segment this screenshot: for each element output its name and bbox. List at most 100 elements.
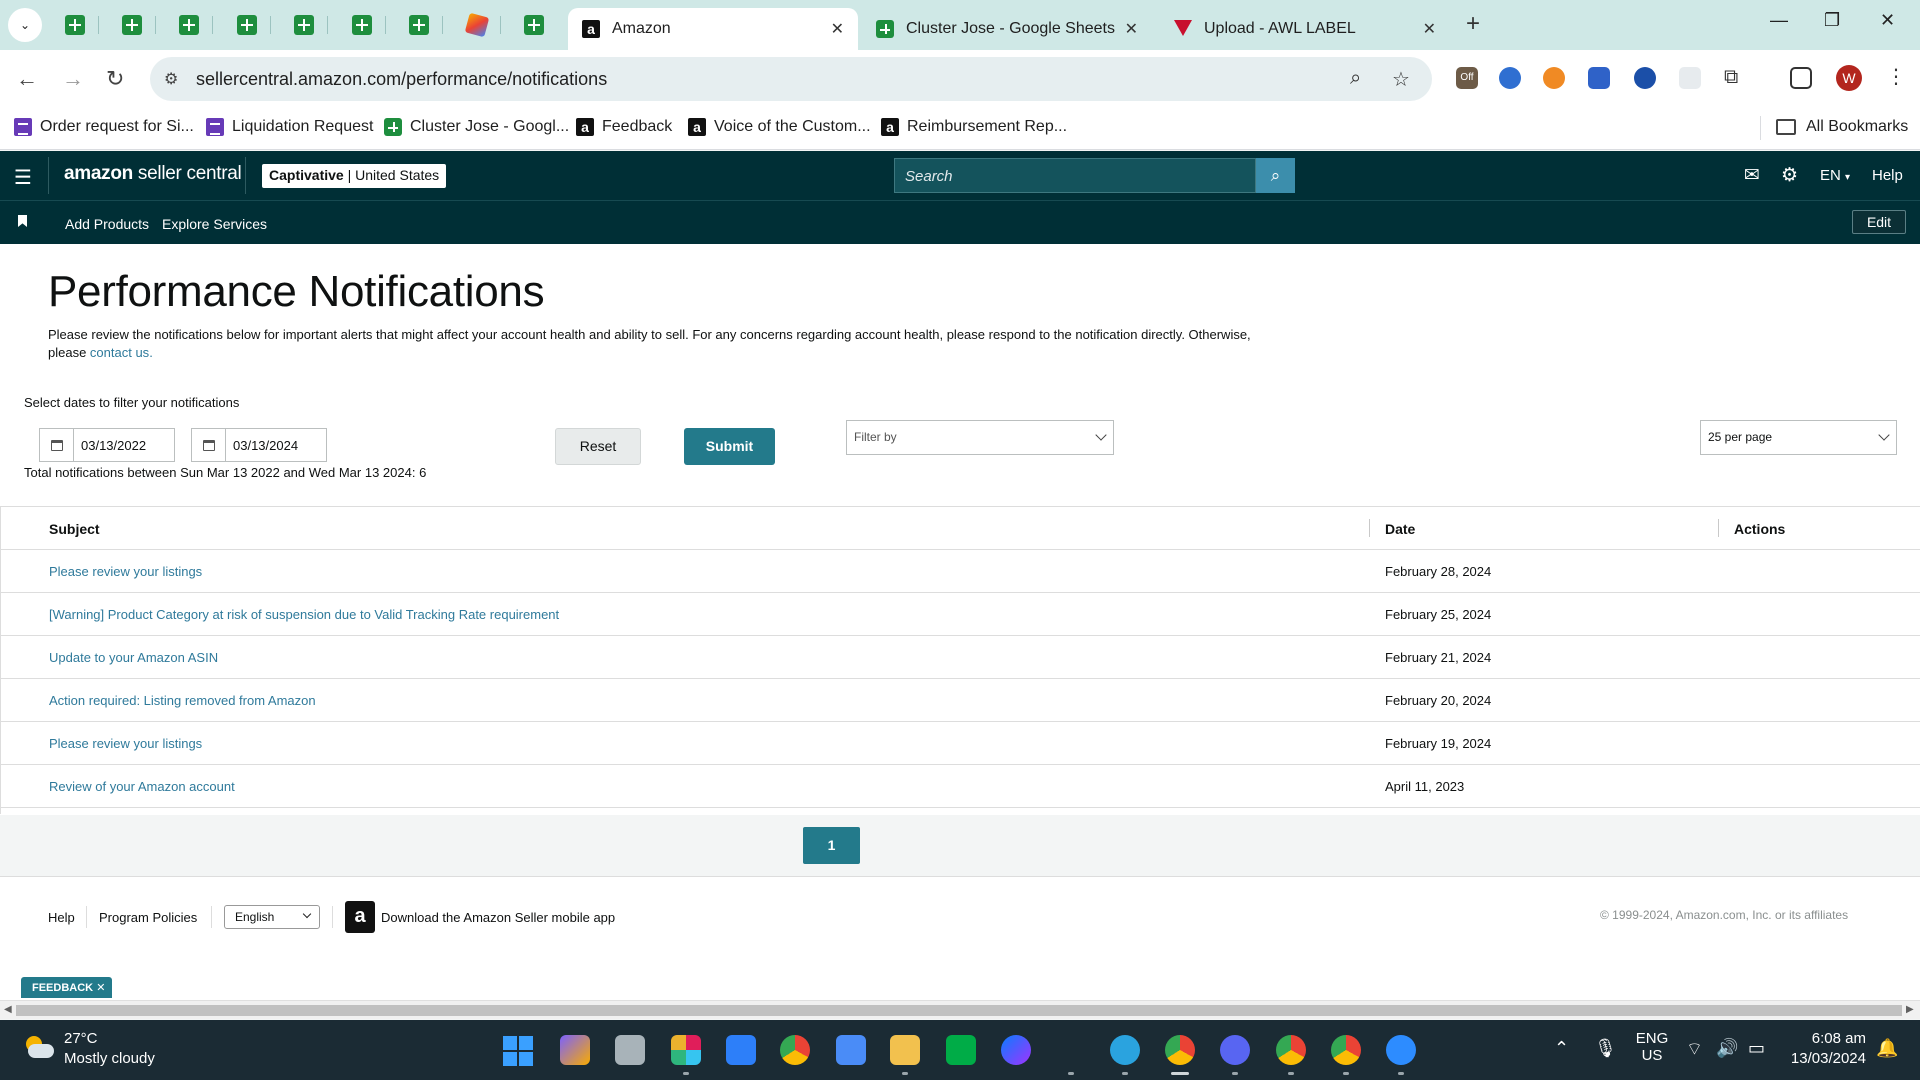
minimize-icon[interactable]: — xyxy=(1770,10,1788,31)
language-selector[interactable]: EN ▾ xyxy=(1820,167,1850,184)
close-icon[interactable]: ✕ xyxy=(1125,19,1138,39)
restore-icon[interactable]: ❐ xyxy=(1824,10,1840,31)
scroll-left-icon[interactable]: ◀ xyxy=(4,1004,12,1015)
folder-icon[interactable] xyxy=(890,1035,920,1065)
notification-subject-link[interactable]: Please review your listings xyxy=(49,564,202,579)
chrome-profile-icon[interactable] xyxy=(1165,1035,1195,1065)
extension-off-icon[interactable]: Off xyxy=(1456,67,1478,89)
messenger-icon[interactable] xyxy=(1001,1035,1031,1065)
bookmark-item[interactable]: a Reimbursement Rep... xyxy=(881,118,1067,136)
site-settings-icon[interactable]: ⚙ xyxy=(164,69,178,89)
taskbar-date[interactable]: 13/03/2024 xyxy=(1786,1050,1866,1067)
extension-icon[interactable] xyxy=(1634,67,1656,89)
notification-subject-link[interactable]: Review of your Amazon account xyxy=(49,779,235,794)
start-date-field[interactable]: 03/13/2022 xyxy=(39,428,175,462)
pinned-tab-sheets[interactable] xyxy=(291,12,317,38)
gear-icon[interactable]: ⚙ xyxy=(1781,164,1798,187)
edit-nav-button[interactable]: Edit xyxy=(1852,210,1906,234)
profile-avatar[interactable]: W xyxy=(1836,65,1862,91)
page-1-button[interactable]: 1 xyxy=(803,827,860,864)
tab-google-sheets[interactable]: Cluster Jose - Google Sheets ✕ xyxy=(862,8,1152,50)
bookmark-item[interactable]: a Voice of the Custom... xyxy=(688,118,871,136)
tab-search-button[interactable]: ⌄ xyxy=(8,8,42,42)
pinned-tab-sheets[interactable] xyxy=(349,12,375,38)
input-language[interactable]: ENG US xyxy=(1632,1030,1672,1064)
header-subject[interactable]: Subject xyxy=(49,521,100,537)
back-icon[interactable]: ← xyxy=(16,66,38,92)
bookmark-item[interactable]: Liquidation Request xyxy=(206,118,373,136)
chevron-up-icon[interactable]: ⌃ xyxy=(1554,1038,1569,1059)
start-date-picker[interactable] xyxy=(40,429,74,461)
close-icon[interactable]: ✕ xyxy=(96,982,105,994)
pinned-tab-sheets[interactable] xyxy=(119,12,145,38)
reset-button[interactable]: Reset xyxy=(555,428,641,465)
telegram-icon[interactable] xyxy=(1110,1035,1140,1065)
side-panel-icon[interactable] xyxy=(1790,67,1812,89)
amazon-app-icon[interactable]: a xyxy=(345,901,375,933)
seller-central-logo[interactable]: amazon seller central xyxy=(64,163,242,185)
mail-app-icon[interactable] xyxy=(726,1035,756,1065)
end-date-field[interactable]: 03/13/2024 xyxy=(191,428,327,462)
discord-icon[interactable] xyxy=(1220,1035,1250,1065)
pinned-tab-sheets[interactable] xyxy=(234,12,260,38)
battery-icon[interactable]: ▭ xyxy=(1748,1038,1765,1059)
help-link[interactable]: Help xyxy=(1872,167,1903,184)
per-page-select[interactable]: 25 per page xyxy=(1700,420,1897,455)
pinned-tab-pen[interactable] xyxy=(464,12,490,38)
file-manager-icon[interactable] xyxy=(615,1035,645,1065)
notification-subject-link[interactable]: Update to your Amazon ASIN xyxy=(49,650,218,665)
scroll-thumb[interactable] xyxy=(16,1005,1902,1016)
hamburger-menu-icon[interactable]: ☰ xyxy=(14,165,32,190)
pinned-tab-sheets[interactable] xyxy=(176,12,202,38)
bookmark-item[interactable]: Order request for Si... xyxy=(14,118,194,136)
puzzle-icon[interactable]: ⧉ xyxy=(1724,66,1738,89)
notification-bell-icon[interactable]: 🔔 xyxy=(1876,1038,1898,1059)
filter-by-select[interactable]: Filter by xyxy=(846,420,1114,455)
search-input[interactable]: Search xyxy=(894,158,1256,193)
pinned-tab-sheets[interactable] xyxy=(406,12,432,38)
close-window-icon[interactable]: ✕ xyxy=(1880,10,1895,31)
google-meet-icon[interactable] xyxy=(946,1035,976,1065)
nav-add-products[interactable]: Add Products xyxy=(65,216,149,232)
extension-icon[interactable] xyxy=(1499,67,1521,89)
url-field[interactable]: ⚙ sellercentral.amazon.com/performance/n… xyxy=(150,57,1432,101)
chrome-profile-icon[interactable] xyxy=(1276,1035,1306,1065)
taskbar-time[interactable]: 6:08 am xyxy=(1786,1030,1866,1047)
pinned-tab-sheets[interactable] xyxy=(521,12,547,38)
horizontal-scrollbar[interactable]: ◀ ▶ xyxy=(0,1000,1920,1019)
volume-icon[interactable]: 🔊 xyxy=(1716,1038,1738,1059)
pinned-tab-sheets[interactable] xyxy=(62,12,88,38)
docs-icon[interactable] xyxy=(836,1035,866,1065)
tab-amazon[interactable]: a Amazon ✕ xyxy=(568,8,858,50)
notification-subject-link[interactable]: [Warning] Product Category at risk of su… xyxy=(49,607,559,622)
contact-us-link[interactable]: contact us xyxy=(90,345,149,360)
reload-icon[interactable]: ↻ xyxy=(106,66,124,92)
new-tab-button[interactable]: + xyxy=(1466,10,1480,38)
microphone-icon[interactable]: 🎙 xyxy=(1594,1038,1617,1059)
search-button[interactable]: ⌕ xyxy=(1256,158,1295,193)
weather-icon[interactable] xyxy=(22,1036,54,1060)
feedback-tab[interactable]: FEEDBACK ✕ xyxy=(21,977,112,998)
submit-button[interactable]: Submit xyxy=(684,428,775,465)
all-bookmarks[interactable]: All Bookmarks xyxy=(1776,118,1908,136)
extension-icon[interactable] xyxy=(1543,67,1565,89)
star-icon[interactable]: ☆ xyxy=(1392,67,1410,92)
notification-subject-link[interactable]: Please review your listings xyxy=(49,736,202,751)
slack-icon[interactable] xyxy=(671,1035,701,1065)
tab-awl-label[interactable]: Upload - AWL LABEL ✕ xyxy=(1160,8,1450,50)
close-icon[interactable]: ✕ xyxy=(831,19,844,39)
zoom-icon[interactable] xyxy=(1386,1035,1416,1065)
zoom-icon[interactable]: ⌕ xyxy=(1350,67,1361,90)
bookmark-item[interactable]: a Feedback xyxy=(576,118,672,136)
footer-language-select[interactable]: English xyxy=(224,905,320,929)
header-date[interactable]: Date xyxy=(1385,521,1415,537)
windows-start-icon[interactable] xyxy=(503,1036,533,1066)
account-switcher[interactable]: Captivative | United States xyxy=(262,164,447,188)
chrome-profile-icon[interactable] xyxy=(1331,1035,1361,1065)
chrome-icon[interactable] xyxy=(780,1035,810,1065)
end-date-picker[interactable] xyxy=(192,429,226,461)
wifi-icon[interactable]: ⌔ xyxy=(1686,1038,1703,1061)
close-icon[interactable]: ✕ xyxy=(1423,19,1436,39)
mail-icon[interactable]: ✉ xyxy=(1744,164,1760,187)
nav-explore-services[interactable]: Explore Services xyxy=(162,216,267,232)
